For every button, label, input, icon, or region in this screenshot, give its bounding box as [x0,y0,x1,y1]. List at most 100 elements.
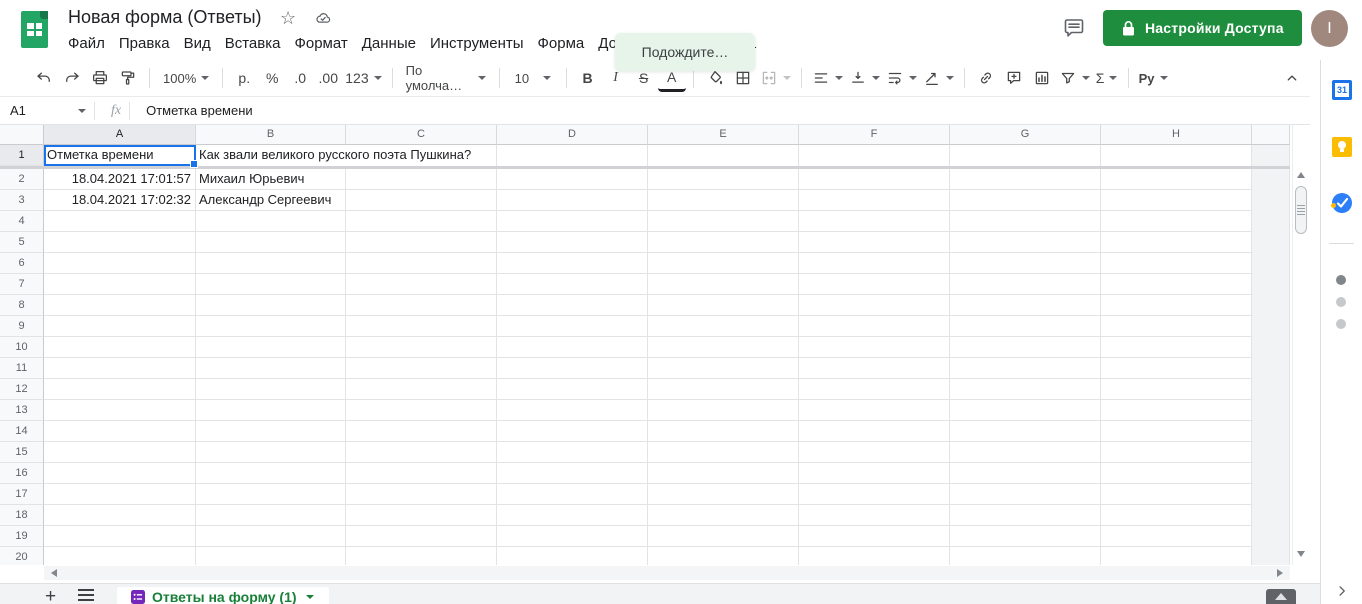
cell-D12[interactable] [497,379,648,400]
cell-D17[interactable] [497,484,648,505]
column-header-H[interactable]: H [1101,125,1252,145]
cell-B14[interactable] [196,421,346,442]
cell-G20[interactable] [950,547,1101,565]
cell-D2[interactable] [497,169,648,190]
cell-F1[interactable] [799,145,950,166]
font-select[interactable]: По умолча… [400,63,492,93]
cell-G18[interactable] [950,505,1101,526]
cell-D7[interactable] [497,274,648,295]
row-header-5[interactable]: 5 [0,232,44,253]
cell-B19[interactable] [196,526,346,547]
cell-G16[interactable] [950,463,1101,484]
functions-button[interactable]: Σ [1093,64,1121,92]
horizontal-align-button[interactable] [809,64,846,92]
cell-H6[interactable] [1101,253,1252,274]
cell-E2[interactable] [648,169,799,190]
cell-F20[interactable] [799,547,950,565]
cell-A15[interactable] [44,442,196,463]
cell-G11[interactable] [950,358,1101,379]
cell-D16[interactable] [497,463,648,484]
cell-E1[interactable] [648,145,799,166]
sheets-logo-icon[interactable] [21,11,48,48]
text-wrap-button[interactable] [883,64,920,92]
cell-G1[interactable] [950,145,1101,166]
cell-G2[interactable] [950,169,1101,190]
decrease-decimal-button[interactable]: .0 [286,64,314,92]
cell-H12[interactable] [1101,379,1252,400]
cell-F11[interactable] [799,358,950,379]
cell-A1[interactable]: Отметка времени [44,145,196,166]
cell-G10[interactable] [950,337,1101,358]
cell-A11[interactable] [44,358,196,379]
cell-G4[interactable] [950,211,1101,232]
vertical-scrollbar[interactable] [1292,125,1309,565]
cell-B3[interactable]: Александр Сергеевич [196,190,346,211]
cell-G17[interactable] [950,484,1101,505]
cell-H4[interactable] [1101,211,1252,232]
addon-dot-2[interactable] [1336,297,1346,307]
font-size-select[interactable]: 10 [507,64,559,92]
paint-format-button[interactable] [114,64,142,92]
row-header-4[interactable]: 4 [0,211,44,232]
share-button[interactable]: Настройки Доступа [1103,10,1302,46]
cell-F15[interactable] [799,442,950,463]
format-percent-button[interactable]: % [258,64,286,92]
cell-E18[interactable] [648,505,799,526]
cell-E6[interactable] [648,253,799,274]
cell-C5[interactable] [346,232,497,253]
scroll-up-arrow[interactable] [1297,172,1305,178]
cell-G12[interactable] [950,379,1101,400]
menu-data[interactable]: Данные [355,33,423,54]
cell-E15[interactable] [648,442,799,463]
format-currency-button[interactable]: р. [230,64,258,92]
cell-G13[interactable] [950,400,1101,421]
cell-C3[interactable] [346,190,497,211]
cell-B7[interactable] [196,274,346,295]
cell-E10[interactable] [648,337,799,358]
cell-B2[interactable]: Михаил Юрьевич [196,169,346,190]
cell-D15[interactable] [497,442,648,463]
cell-E3[interactable] [648,190,799,211]
row-header-12[interactable]: 12 [0,379,44,400]
row-header-18[interactable]: 18 [0,505,44,526]
menu-file[interactable]: Файл [61,33,112,54]
cell-H8[interactable] [1101,295,1252,316]
cell-C6[interactable] [346,253,497,274]
cell-H13[interactable] [1101,400,1252,421]
cell-A2[interactable]: 18.04.2021 17:01:57 [44,169,196,190]
cell-D10[interactable] [497,337,648,358]
cell-B16[interactable] [196,463,346,484]
cell-G7[interactable] [950,274,1101,295]
cell-C12[interactable] [346,379,497,400]
cell-C19[interactable] [346,526,497,547]
addon-dot-3[interactable] [1336,319,1346,329]
undo-button[interactable] [30,64,58,92]
cell-E7[interactable] [648,274,799,295]
cell-B10[interactable] [196,337,346,358]
cell-G15[interactable] [950,442,1101,463]
cell-B13[interactable] [196,400,346,421]
cell-F4[interactable] [799,211,950,232]
row-header-13[interactable]: 13 [0,400,44,421]
cell-F19[interactable] [799,526,950,547]
cell-H3[interactable] [1101,190,1252,211]
cell-A5[interactable] [44,232,196,253]
text-rotation-button[interactable] [920,64,957,92]
cell-D11[interactable] [497,358,648,379]
formula-input[interactable]: Отметка времени [146,103,253,118]
cell-E12[interactable] [648,379,799,400]
vertical-align-button[interactable] [846,64,883,92]
cell-H2[interactable] [1101,169,1252,190]
menu-format[interactable]: Формат [287,33,354,54]
add-sheet-button[interactable]: + [45,586,56,604]
row-header-9[interactable]: 9 [0,316,44,337]
row-header-8[interactable]: 8 [0,295,44,316]
cell-G14[interactable] [950,421,1101,442]
hide-side-panel-button[interactable] [1333,582,1351,600]
cell-F8[interactable] [799,295,950,316]
cell-D5[interactable] [497,232,648,253]
cell-A19[interactable] [44,526,196,547]
cell-C10[interactable] [346,337,497,358]
scroll-right-arrow[interactable] [1277,569,1283,577]
document-title[interactable]: Новая форма (Ответы) [68,7,262,28]
